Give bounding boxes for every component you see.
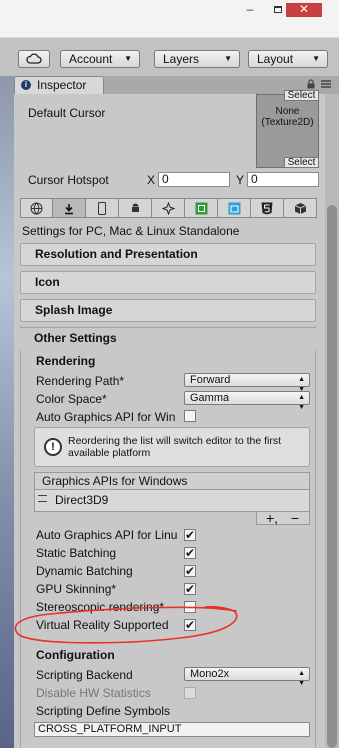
rendering-section-title: Rendering [36,354,96,368]
auto-gapi-win-label: Auto Graphics API for Win [36,410,176,424]
vr-supported-label: Virtual Reality Supported [36,618,169,632]
define-symbols-field[interactable]: CROSS_PLATFORM_INPUT [34,722,310,737]
platform-tab-tizen[interactable] [152,198,185,218]
maximize-button[interactable] [268,3,288,17]
disable-hw-stats-label: Disable HW Statistics [36,686,151,700]
foldout-resolution[interactable]: Resolution and Presentation [20,243,316,266]
windows-store-icon [228,202,240,215]
add-button[interactable]: +, [262,511,282,525]
xbox-icon [195,202,207,215]
stereoscopic-label: Stereoscopic rendering* [36,600,165,614]
auto-gapi-linux-label: Auto Graphics API for Linu [36,528,178,542]
scripting-backend-dropdown[interactable]: Mono2x ▲ ▼ [184,667,310,687]
maximize-icon [274,6,282,13]
window-titlebar: – ✕ [0,0,339,38]
download-icon [65,204,73,215]
info-icon: i [21,80,31,90]
foldout-other-settings[interactable]: Other Settings [20,327,316,350]
platform-tab-standalone[interactable] [53,198,86,218]
scene-view-strip [0,76,14,748]
rendering-path-value: Forward [190,374,231,386]
platform-tab-android[interactable] [119,198,152,218]
account-dropdown[interactable]: Account ▼ [60,50,140,68]
dynamic-batching-label: Dynamic Batching [36,564,133,578]
gpu-skinning-checkbox[interactable]: ✔ [184,583,196,595]
drag-handle-icon[interactable] [38,495,47,502]
close-button[interactable]: ✕ [286,3,322,17]
layers-dropdown[interactable]: Layers ▼ [154,50,240,68]
static-batching-label: Static Batching [36,546,117,560]
lock-icon[interactable] [306,79,316,89]
chevron-down-icon: ▼ [224,54,232,63]
dynamic-batching-checkbox[interactable]: ✔ [184,565,196,577]
minimize-button[interactable]: – [240,3,260,17]
hotspot-y-field[interactable]: 0 [247,172,319,187]
default-cursor-label: Default Cursor [28,106,106,120]
stereoscopic-checkbox[interactable] [184,601,196,613]
disable-hw-stats-checkbox [184,687,196,699]
scrollbar-thumb[interactable] [327,205,337,748]
texture-value: None (Texture2D) [261,106,314,128]
layers-label: Layers [163,52,200,66]
cube-icon [294,203,306,214]
static-batching-checkbox[interactable]: ✔ [184,547,196,559]
platform-tab-globe[interactable] [20,198,53,218]
updown-arrow-icon: ▲ ▼ [298,394,305,411]
android-icon [131,203,139,212]
configuration-section-title: Configuration [36,648,115,662]
updown-arrow-icon: ▲ ▼ [298,670,305,687]
unity-icon [161,201,175,216]
define-symbols-label: Scripting Define Symbols [36,704,171,718]
chevron-down-icon: ▼ [312,54,320,63]
platform-tab-webgl[interactable] [251,198,284,218]
remove-button[interactable]: − [287,511,303,525]
chevron-down-icon: ▼ [124,54,132,63]
layout-dropdown[interactable]: Layout ▼ [248,50,328,68]
auto-gapi-linux-checkbox[interactable]: ✔ [184,529,196,541]
help-text: Reordering the list will switch editor t… [68,435,281,459]
rendering-path-dropdown[interactable]: Forward ▲ ▼ [184,373,310,393]
warning-icon: ! [44,438,62,456]
hotspot-x-field[interactable]: 0 [158,172,230,187]
settings-for-label: Settings for PC, Mac & Linux Standalone [22,224,240,238]
tab-label: Inspector [37,78,87,92]
cloud-button[interactable] [18,50,50,68]
cursor-hotspot-label: Cursor Hotspot [28,173,109,187]
cloud-icon [26,53,42,64]
list-item[interactable]: Direct3D9 [55,493,108,507]
globe-icon [30,202,43,215]
color-space-dropdown[interactable]: Gamma ▲ ▼ [184,391,310,411]
foldout-splash[interactable]: Splash Image [20,299,316,322]
platform-tabs [20,198,317,218]
select-button[interactable]: Select [284,90,319,101]
menu-icon[interactable] [320,79,332,89]
platform-tab-xbox[interactable] [185,198,218,218]
rendering-path-label: Rendering Path* [36,374,125,388]
auto-gapi-win-checkbox[interactable] [184,410,196,422]
select-button[interactable]: Select [284,157,319,168]
foldout-icon[interactable]: Icon [20,271,316,294]
tab-inspector[interactable]: i Inspector [14,76,104,94]
color-space-value: Gamma [190,392,230,404]
gpu-skinning-label: GPU Skinning* [36,582,117,596]
account-label: Account [69,52,113,66]
platform-tab-other[interactable] [284,198,317,218]
platform-tab-ios[interactable] [86,198,119,218]
top-toolbar: Account ▼ Layers ▼ Layout ▼ [0,38,339,76]
vr-supported-checkbox[interactable]: ✔ [184,619,196,631]
html5-icon [261,202,273,215]
phone-icon [98,202,106,215]
platform-tab-windows-store[interactable] [218,198,251,218]
scripting-backend-value: Mono2x [190,668,230,680]
gapi-list-header: Graphics APIs for Windows [34,472,310,490]
color-space-label: Color Space* [36,392,107,406]
y-label: Y [236,173,245,187]
x-label: X [147,173,156,187]
layout-label: Layout [257,52,294,66]
scripting-backend-label: Scripting Backend [36,668,133,682]
